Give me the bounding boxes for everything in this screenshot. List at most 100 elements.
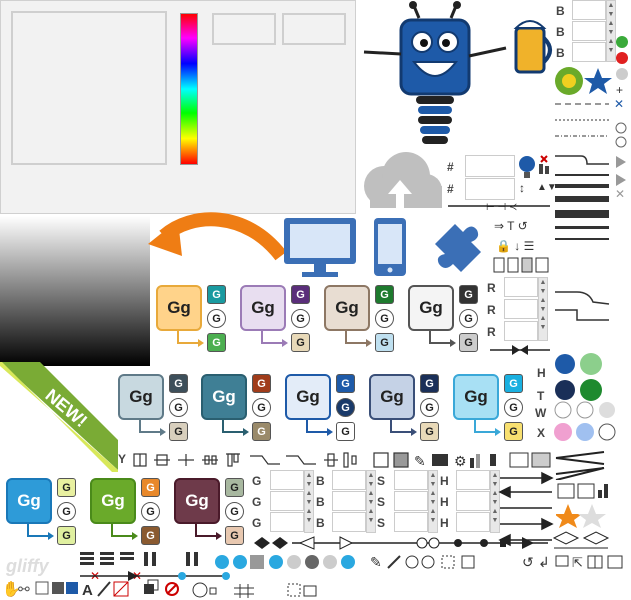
svg-text:A: A bbox=[82, 582, 93, 599]
card-chip[interactable]: G bbox=[141, 478, 160, 497]
style-card[interactable]: Gg bbox=[90, 478, 136, 524]
card-chip[interactable]: G bbox=[57, 478, 76, 497]
card-chip[interactable]: G bbox=[459, 285, 478, 304]
card-chip[interactable]: G bbox=[504, 398, 523, 417]
card-chip[interactable]: G bbox=[141, 526, 160, 545]
card-chip[interactable]: G bbox=[207, 333, 226, 352]
card-chip[interactable]: G bbox=[141, 502, 160, 521]
bulb-icon: ↕ ▲▼ bbox=[519, 155, 555, 195]
b-label-4: B bbox=[316, 474, 325, 488]
style-card[interactable]: Gg bbox=[201, 374, 247, 420]
h-label: H bbox=[537, 366, 546, 380]
color-value-field[interactable] bbox=[332, 470, 366, 490]
card-chip[interactable]: G bbox=[169, 374, 188, 393]
s-label-1: S bbox=[377, 474, 386, 488]
card-chip[interactable]: G bbox=[420, 374, 439, 393]
r-field-1[interactable] bbox=[504, 277, 538, 297]
color-value-field[interactable] bbox=[456, 512, 490, 532]
card-chip[interactable]: G bbox=[252, 398, 271, 417]
color-value-field[interactable] bbox=[394, 470, 428, 490]
r-field-3[interactable] bbox=[504, 321, 538, 341]
card-chip[interactable]: G bbox=[252, 422, 271, 441]
color-value-field[interactable] bbox=[270, 512, 304, 532]
r-field-2[interactable] bbox=[504, 299, 538, 319]
undo-tools-row[interactable]: ↺ ↲ ⇱ bbox=[520, 552, 631, 572]
lightness-gradient[interactable] bbox=[0, 216, 150, 366]
saturation-box[interactable] bbox=[11, 11, 167, 165]
b-field-3[interactable] bbox=[572, 42, 606, 62]
card-chip[interactable]: G bbox=[375, 309, 394, 328]
draw-tools-row[interactable]: ✎ bbox=[368, 552, 488, 572]
color-value-field[interactable] bbox=[270, 470, 304, 490]
card-chip[interactable]: G bbox=[459, 333, 478, 352]
card-chip[interactable]: G bbox=[291, 309, 310, 328]
b-field-2[interactable] bbox=[572, 21, 606, 41]
circle-buttons-row[interactable] bbox=[214, 552, 364, 572]
h-label-1: H bbox=[440, 474, 449, 488]
r-spinner[interactable]: ▲ ▼ ▲ ▼ ▲ ▼ bbox=[538, 277, 548, 341]
line-styles-list[interactable] bbox=[553, 98, 613, 328]
card-chip[interactable]: G bbox=[336, 398, 355, 417]
style-card[interactable]: Gg bbox=[408, 285, 454, 331]
card-chip[interactable]: G bbox=[336, 374, 355, 393]
card-chip[interactable]: G bbox=[336, 422, 355, 441]
style-card[interactable]: Gg bbox=[156, 285, 202, 331]
color-value-field[interactable] bbox=[394, 512, 428, 532]
hash-label-2: # bbox=[447, 182, 454, 196]
style-card[interactable]: Gg bbox=[285, 374, 331, 420]
style-card[interactable]: Gg bbox=[118, 374, 164, 420]
card-chip[interactable]: G bbox=[375, 285, 394, 304]
card-chip[interactable]: G bbox=[169, 398, 188, 417]
card-chip[interactable]: G bbox=[225, 526, 244, 545]
card-chip[interactable]: G bbox=[169, 422, 188, 441]
card-chip[interactable]: G bbox=[420, 422, 439, 441]
style-card[interactable]: Gg bbox=[240, 285, 286, 331]
style-card[interactable]: Gg bbox=[324, 285, 370, 331]
card-chip[interactable]: G bbox=[252, 374, 271, 393]
phone-icon bbox=[374, 218, 406, 276]
color-value-spinner[interactable]: ▲ ▼ ▲ ▼ ▲ ▼ bbox=[304, 470, 314, 533]
toolbar-row-1[interactable]: ✎ ⚙ bbox=[132, 450, 552, 472]
color-value-spinner[interactable]: ▲ ▼ ▲ ▼ ▲ ▼ bbox=[366, 470, 376, 533]
color-value-spinner[interactable]: ▲ ▼ ▲ ▼ ▲ ▼ bbox=[428, 470, 438, 533]
card-chip[interactable]: G bbox=[420, 398, 439, 417]
card-chip[interactable]: G bbox=[459, 309, 478, 328]
bottom-misc-icons[interactable] bbox=[190, 580, 330, 600]
color-value-field[interactable] bbox=[456, 470, 490, 490]
card-chip[interactable]: G bbox=[207, 285, 226, 304]
card-chip[interactable]: G bbox=[375, 333, 394, 352]
line-markers-row[interactable] bbox=[252, 534, 552, 552]
card-connector-icon bbox=[345, 329, 372, 347]
color-value-field[interactable] bbox=[456, 491, 490, 511]
svg-text:↕: ↕ bbox=[519, 181, 525, 195]
style-card[interactable]: Gg bbox=[453, 374, 499, 420]
color-value-field[interactable] bbox=[270, 491, 304, 511]
b-field-1[interactable] bbox=[572, 0, 606, 20]
card-chip[interactable]: G bbox=[291, 285, 310, 304]
card-chip[interactable]: G bbox=[504, 374, 523, 393]
card-chip[interactable]: G bbox=[225, 478, 244, 497]
card-chip[interactable]: G bbox=[291, 333, 310, 352]
r-label-2: R bbox=[487, 303, 496, 317]
style-card[interactable]: Gg bbox=[369, 374, 415, 420]
color-value-field[interactable] bbox=[394, 491, 428, 511]
card-chip[interactable]: G bbox=[504, 422, 523, 441]
hue-slider[interactable] bbox=[180, 13, 198, 165]
color-value-field[interactable] bbox=[332, 491, 366, 511]
bottom-tools-row[interactable]: ✋⚯ A bbox=[0, 578, 180, 600]
color-value-field[interactable] bbox=[332, 512, 366, 532]
cloud-upload-icon bbox=[364, 152, 442, 210]
hex-field-1[interactable] bbox=[465, 155, 515, 177]
g-label-3: G bbox=[252, 516, 262, 530]
card-chip[interactable]: G bbox=[207, 309, 226, 328]
orange-arrow-icon bbox=[148, 212, 286, 261]
card-connector-icon bbox=[390, 418, 417, 436]
card-chip[interactable]: G bbox=[57, 502, 76, 521]
chevron-arrows-icon bbox=[555, 451, 605, 480]
small-tools-icon[interactable] bbox=[556, 480, 618, 528]
card-chip[interactable]: G bbox=[57, 526, 76, 545]
style-card[interactable]: Gg bbox=[6, 478, 52, 524]
style-card[interactable]: Gg bbox=[174, 478, 220, 524]
style-buttons-icon[interactable] bbox=[553, 352, 619, 446]
card-chip[interactable]: G bbox=[225, 502, 244, 521]
